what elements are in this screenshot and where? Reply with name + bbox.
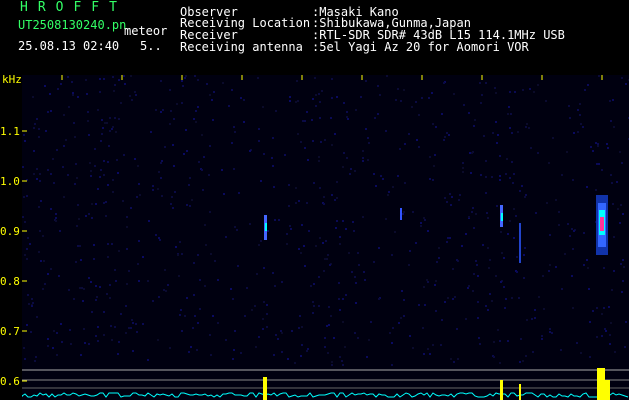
amplitude-spike-3 (519, 384, 521, 400)
title-app: HROFFT (20, 0, 127, 15)
y-tick-6: 0.6 (0, 375, 20, 388)
y-tick-1: 1.1 (0, 125, 20, 138)
meteor-trace-3 (500, 205, 503, 227)
meta-value-antenna: :5el Yagi Az 20 for Aomori VOR (312, 40, 529, 54)
meta-label-antenna: Receiving antenna (180, 40, 303, 54)
date-time: 25.08.13 02:40 (18, 39, 120, 53)
file-name: UT2508130240.pn (18, 18, 127, 32)
meteor-trace-1 (264, 215, 267, 240)
meteor-trace-2 (400, 208, 402, 220)
y-tick-3: 0.9 (0, 225, 20, 238)
meteor-label: meteor (124, 24, 168, 38)
meteor-trace-5 (596, 195, 608, 255)
amplitude-spike-2 (500, 380, 503, 400)
amplitude-spike-5 (605, 380, 610, 400)
amplitude-spike-1 (263, 377, 267, 400)
unit-label: kHz (2, 73, 22, 86)
y-tick-2: 1.0 (0, 175, 20, 188)
amplitude-spike-4 (597, 368, 605, 400)
count: 5.. (140, 39, 162, 53)
y-tick-5: 0.7 (0, 325, 20, 338)
y-tick-4: 0.8 (0, 275, 20, 288)
meteor-trace-4 (519, 223, 521, 263)
spectrogram (22, 75, 629, 400)
spectrogram-background (22, 75, 629, 400)
